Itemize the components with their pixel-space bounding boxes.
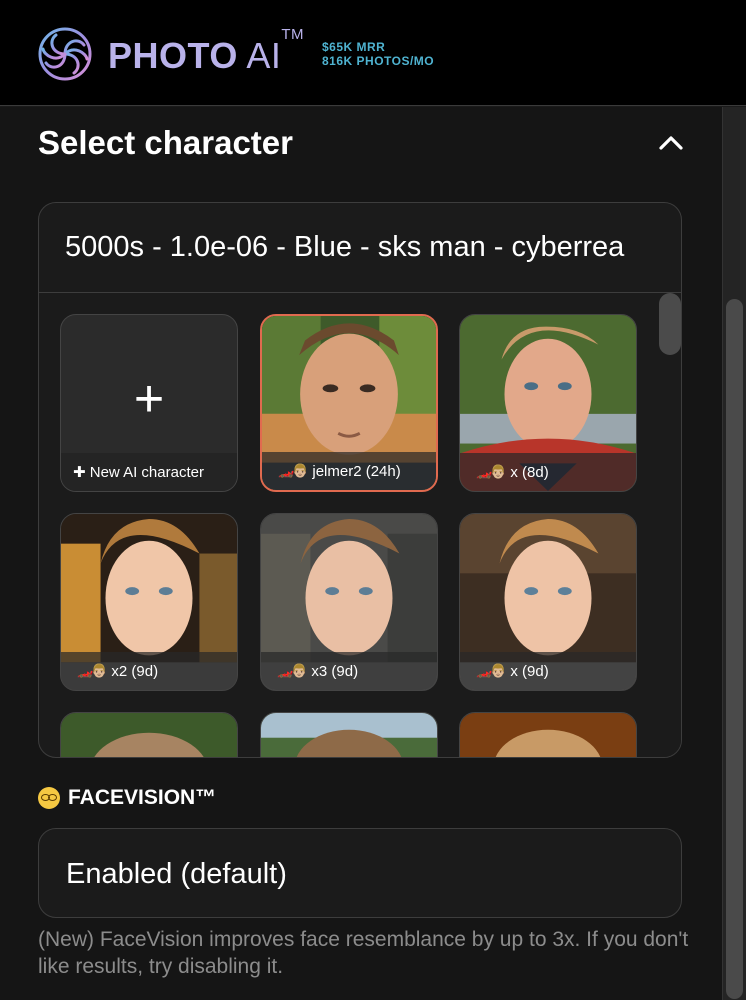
character-name: x (9d) bbox=[510, 662, 549, 680]
character-photo bbox=[460, 713, 636, 757]
character-tile[interactable]: 🏎️👨🏼 jelmer2 (24h) bbox=[260, 314, 438, 492]
character-tile[interactable]: 🏎️👨🏼 x (8d) bbox=[459, 314, 637, 492]
character-name: x2 (9d) bbox=[111, 662, 159, 680]
top-bar: PHOTO AITM $65K MRR 816K PHOTOS/MO bbox=[0, 0, 746, 106]
brand-photo: PHOTO bbox=[108, 35, 238, 76]
star-struck-face-icon bbox=[38, 787, 60, 809]
character-dropdown[interactable]: 5000s - 1.0e-06 - Blue - sks man - cyber… bbox=[39, 203, 681, 293]
character-label: 🏎️👨🏼 x2 (9d) bbox=[61, 652, 237, 690]
grid-scrollbar[interactable] bbox=[659, 293, 681, 757]
car-man-emoji: 🏎️👨🏼 bbox=[77, 663, 107, 678]
car-man-emoji: 🏎️👨🏼 bbox=[476, 464, 506, 479]
character-tile[interactable]: 🏎️👨🏼 x (9d) bbox=[459, 513, 637, 691]
new-character-label: ✚ New AI character bbox=[61, 453, 237, 491]
character-tile[interactable]: 🏎️👨🏼 x3 (9d) bbox=[260, 513, 438, 691]
stats: $65K MRR 816K PHOTOS/MO bbox=[322, 40, 434, 68]
plus-icon: + bbox=[133, 370, 165, 428]
car-man-emoji: 🏎️👨🏼 bbox=[476, 663, 506, 678]
brand-ai: AI bbox=[246, 35, 282, 76]
character-name: x (8d) bbox=[510, 463, 549, 481]
character-label: 🏎️👨🏼 x (8d) bbox=[460, 453, 636, 491]
facevision-dropdown[interactable]: Enabled (default) bbox=[38, 828, 682, 918]
character-tile[interactable] bbox=[459, 712, 637, 757]
character-tile[interactable] bbox=[260, 712, 438, 757]
car-man-emoji: 🏎️👨🏼 bbox=[278, 463, 308, 478]
character-tile[interactable]: 🏎️👨🏼 x2 (9d) bbox=[60, 513, 238, 691]
stat-photos: 816K PHOTOS/MO bbox=[322, 54, 435, 68]
character-name: jelmer2 (24h) bbox=[312, 462, 401, 480]
character-label: 🏎️👨🏼 x (9d) bbox=[460, 652, 636, 690]
character-tile[interactable] bbox=[60, 712, 238, 757]
grid-scrollbar-thumb[interactable] bbox=[659, 293, 681, 355]
page-scrollbar-thumb[interactable] bbox=[726, 299, 743, 999]
section-title: Select character bbox=[38, 124, 293, 161]
brand-name[interactable]: PHOTO AITM bbox=[108, 26, 304, 77]
brand-tm: TM bbox=[281, 26, 305, 43]
character-photo bbox=[61, 713, 237, 757]
page-scrollbar[interactable] bbox=[722, 107, 746, 1000]
character-label: 🏎️👨🏼 jelmer2 (24h) bbox=[262, 452, 436, 490]
character-photo bbox=[261, 713, 437, 757]
character-selector: 5000s - 1.0e-06 - Blue - sks man - cyber… bbox=[38, 202, 682, 758]
character-grid[interactable]: + ✚ New AI character 🏎️👨🏼 jelmer2 (24h) bbox=[39, 293, 681, 757]
new-character-tile[interactable]: + ✚ New AI character bbox=[60, 314, 238, 492]
swirl-logo-icon[interactable] bbox=[38, 27, 92, 81]
facevision-label: FACEVISION™ bbox=[38, 786, 216, 810]
character-label: 🏎️👨🏼 x3 (9d) bbox=[261, 652, 437, 690]
facevision-label-text: FACEVISION™ bbox=[68, 786, 217, 809]
facevision-help-text: (New) FaceVision improves face resemblan… bbox=[38, 928, 689, 978]
chevron-up-icon[interactable] bbox=[654, 128, 688, 158]
stat-mrr: $65K MRR bbox=[322, 40, 386, 54]
character-name: x3 (9d) bbox=[311, 662, 359, 680]
car-man-emoji: 🏎️👨🏼 bbox=[277, 663, 307, 678]
